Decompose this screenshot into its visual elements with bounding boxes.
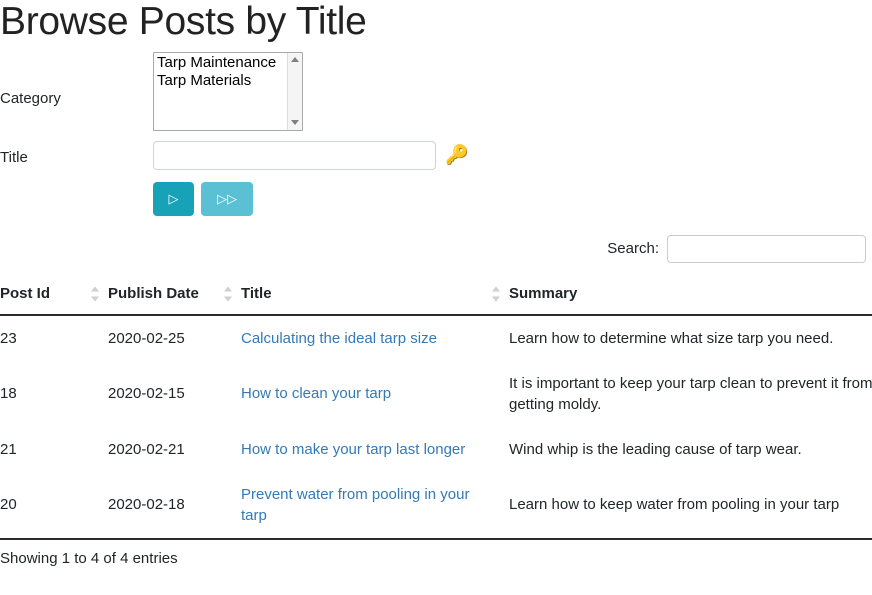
cell-title: How to make your tarp last longer	[241, 427, 509, 472]
cell-summary: Learn how to determine what size tarp yo…	[509, 329, 834, 347]
table-row: 23 2020-02-25 Calculating the ideal tarp…	[0, 315, 872, 361]
table-body: 23 2020-02-25 Calculating the ideal tarp…	[0, 315, 872, 538]
search-input[interactable]	[667, 234, 866, 263]
category-listbox-scrollbar[interactable]	[287, 52, 302, 130]
cell-publish-date: 2020-02-25	[108, 329, 185, 347]
play-icon: ▷	[168, 191, 179, 207]
cell-post-id: 21	[0, 440, 17, 458]
cell-publish-date: 2020-02-18	[108, 496, 185, 514]
cell-post-id: 20	[0, 496, 17, 514]
category-listbox[interactable]: Tarp Maintenance Tarp Materials	[153, 51, 303, 131]
scroll-up-arrow-icon[interactable]	[288, 53, 302, 67]
sort-icon-publish-date[interactable]	[224, 286, 233, 302]
cell-title: How to clean your tarp	[241, 361, 509, 427]
scroll-down-arrow-icon[interactable]	[288, 116, 302, 130]
key-icon: 🔑	[445, 144, 469, 166]
table-row: 18 2020-02-15 How to clean your tarp It …	[0, 361, 872, 427]
cell-post-id: 18	[0, 385, 17, 403]
fast-forward-icon: ▷▷	[217, 191, 237, 207]
search-submit-button[interactable]: ▷	[153, 181, 194, 216]
table-header-row: Post Id Publish Date Title Summary	[0, 273, 872, 316]
title-row: Title 🔑	[0, 140, 872, 170]
cell-summary: It is important to keep your tarp clean …	[509, 374, 872, 413]
filter-form: Category Tarp Maintenance Tarp Materials…	[0, 51, 872, 216]
cell-publish-date: 2020-02-21	[108, 440, 185, 458]
cell-summary: Learn how to keep water from pooling in …	[509, 496, 840, 514]
cell-title: Prevent water from pooling in your tarp	[241, 472, 509, 538]
post-title-link[interactable]: Calculating the ideal tarp size	[241, 330, 437, 347]
post-title-link[interactable]: How to make your tarp last longer	[241, 441, 465, 458]
column-header-post-id-label: Post Id	[0, 284, 51, 302]
post-title-link[interactable]: How to clean your tarp	[241, 385, 391, 402]
column-header-summary-label: Summary	[509, 284, 578, 302]
column-header-publish-date[interactable]: Publish Date	[108, 273, 241, 316]
table-row: 20 2020-02-18 Prevent water from pooling…	[0, 472, 872, 538]
column-header-title-label: Title	[241, 284, 272, 302]
table-entries-info: Showing 1 to 4 of 4 entries	[0, 549, 178, 567]
search-all-button[interactable]: ▷▷	[201, 181, 253, 216]
column-header-title[interactable]: Title	[241, 273, 509, 316]
category-label: Category	[0, 89, 61, 107]
posts-table: Post Id Publish Date Title Summary 23 20…	[0, 273, 872, 538]
table-header: Post Id Publish Date Title Summary	[0, 273, 872, 316]
table-bottom-divider	[0, 537, 872, 540]
cell-title: Calculating the ideal tarp size	[241, 315, 509, 361]
category-row: Category Tarp Maintenance Tarp Materials	[0, 51, 872, 131]
title-input[interactable]	[153, 140, 436, 170]
category-option-1[interactable]: Tarp Materials	[156, 72, 302, 90]
column-header-summary[interactable]: Summary	[509, 273, 872, 316]
search-label: Search:	[607, 240, 659, 258]
sort-icon-title[interactable]	[492, 286, 501, 302]
cell-summary: Wind whip is the leading cause of tarp w…	[509, 440, 802, 458]
sort-icon-post-id[interactable]	[91, 286, 100, 302]
category-option-list: Tarp Maintenance Tarp Materials	[154, 53, 302, 90]
cell-post-id: 23	[0, 329, 17, 347]
table-row: 21 2020-02-21 How to make your tarp last…	[0, 427, 872, 472]
column-header-post-id[interactable]: Post Id	[0, 273, 108, 316]
cell-publish-date: 2020-02-15	[108, 385, 185, 403]
column-header-publish-date-label: Publish Date	[108, 284, 199, 302]
form-buttons: ▷ ▷▷	[153, 181, 872, 216]
table-search-row: Search:	[0, 234, 872, 263]
title-label: Title	[0, 148, 28, 166]
category-option-0[interactable]: Tarp Maintenance	[156, 54, 302, 72]
page-title: Browse Posts by Title	[0, 0, 367, 43]
post-title-link[interactable]: Prevent water from pooling in your tarp	[241, 486, 469, 524]
